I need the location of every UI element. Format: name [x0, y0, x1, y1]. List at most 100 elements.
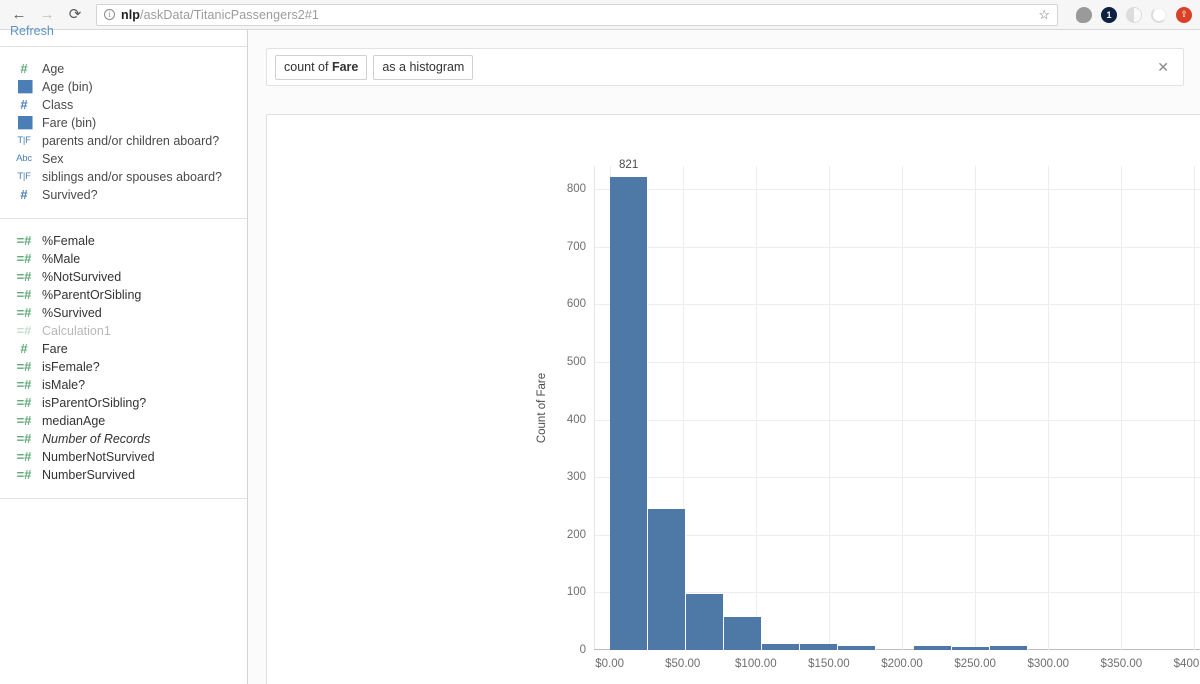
- address-bar[interactable]: i nlp/askData/TitanicPassengers2#1 ☆: [96, 3, 1058, 26]
- field-item-class[interactable]: # Class: [0, 96, 247, 114]
- gridline-horizontal: [595, 419, 1200, 421]
- x-axis-tick-label: $250.00: [954, 658, 996, 670]
- query-pill-as-a-histogram[interactable]: as a histogram: [373, 54, 474, 80]
- field-item-isfemale[interactable]: =# isFemale?: [0, 358, 247, 376]
- x-axis-tick-label: $350.00: [1100, 658, 1143, 670]
- histogram-bar[interactable]: [647, 508, 686, 650]
- field-item-male[interactable]: =# %Male: [0, 250, 247, 268]
- gridline-vertical: [1194, 166, 1196, 650]
- field-label: isFemale?: [42, 360, 100, 374]
- field-label: %NotSurvived: [42, 270, 122, 284]
- calculated-measure-icon: =#: [16, 269, 32, 284]
- y-axis-tick-label: 600: [566, 298, 586, 311]
- calculated-measure-icon: =#: [16, 233, 32, 248]
- ask-data-query-bar[interactable]: count of Fare as a histogram ✕: [266, 48, 1184, 86]
- page-body: Refresh # Age ▐█▌ Age (bin) # Class ▐█▌ Fare (b…: [0, 24, 1200, 684]
- field-label: Age: [42, 62, 65, 76]
- histogram-bar[interactable]: [685, 594, 724, 650]
- refresh-link[interactable]: Refresh: [0, 24, 247, 46]
- histogram-chart: 0 100 200 300 400 500 600 700 800 $0.00 $50.00 $100…: [267, 115, 1200, 684]
- hash-blue-icon: #: [20, 187, 28, 202]
- field-item-notsurvived[interactable]: =# %NotSurvived: [0, 268, 247, 286]
- calculated-measure-icon: =#: [16, 359, 32, 374]
- hash-blue-icon: #: [20, 97, 28, 112]
- url-text: nlp/askData/TitanicPassengers2#1: [121, 8, 319, 22]
- histogram-bar[interactable]: [609, 176, 648, 650]
- calculated-measure-icon: =#: [16, 251, 32, 266]
- calculated-measure-icon: =#: [16, 305, 32, 320]
- histogram-bar[interactable]: [761, 644, 800, 650]
- histogram-bar[interactable]: [723, 617, 762, 650]
- bins-icon: ▐█▌: [14, 81, 36, 93]
- field-item-survived[interactable]: # Survived?: [0, 186, 247, 204]
- x-axis-tick-label: $100.00: [735, 658, 777, 670]
- plot-area: 0 100 200 300 400 500 600 700 800 $0.00 $50.00 $100…: [567, 159, 1200, 670]
- gridline-vertical: [1121, 166, 1123, 650]
- field-item-calculation1[interactable]: =# Calculation1: [0, 322, 247, 340]
- calculated-measure-icon: =#: [16, 413, 32, 428]
- gridline-vertical: [755, 166, 757, 650]
- field-item-survived[interactable]: =# %Survived: [0, 304, 247, 322]
- field-item-numbersurvived[interactable]: =# NumberSurvived: [0, 466, 247, 484]
- bar-value-label: 821: [619, 158, 639, 171]
- reload-icon[interactable]: ⟳: [64, 4, 86, 26]
- field-label: Survived?: [42, 188, 98, 202]
- field-label: Fare: [42, 342, 68, 356]
- star-icon[interactable]: ☆: [1030, 7, 1050, 23]
- field-label: isMale?: [42, 378, 86, 392]
- histogram-bar[interactable]: [913, 645, 952, 650]
- back-arrow-icon[interactable]: ←: [8, 4, 30, 26]
- query-pill-count-of-fare[interactable]: count of Fare: [275, 54, 368, 80]
- pale-extension-icon[interactable]: [1126, 6, 1142, 23]
- histogram-bar[interactable]: [799, 644, 838, 650]
- field-item-numbernotsurvived[interactable]: =# NumberNotSurvived: [0, 448, 247, 466]
- url-path: /askData/TitanicPassengers2#1: [140, 7, 319, 22]
- boolean-icon: T|F: [17, 171, 31, 182]
- field-item-isparentorsibling[interactable]: =# isParentOrSibling?: [0, 394, 247, 412]
- field-item-ismale[interactable]: =# isMale?: [0, 376, 247, 394]
- field-item-siblings-and-or-spouses-aboard[interactable]: T|F siblings and/or spouses aboard?: [0, 168, 247, 186]
- field-label: Sex: [42, 152, 64, 166]
- histogram-bar[interactable]: [989, 645, 1028, 650]
- field-item-medianage[interactable]: =# medianAge: [0, 412, 247, 430]
- field-item-fare-bin[interactable]: ▐█▌ Fare (bin): [0, 114, 247, 132]
- site-info-icon[interactable]: i: [104, 9, 115, 20]
- upload-extension-icon[interactable]: ⇧: [1176, 6, 1192, 23]
- clear-query-icon[interactable]: ✕: [1151, 58, 1175, 76]
- field-item-number-of-records[interactable]: =# Number of Records: [0, 430, 247, 448]
- field-item-fare[interactable]: # Fare: [0, 340, 247, 358]
- boolean-icon: T|F: [17, 135, 31, 146]
- field-item-age[interactable]: # Age: [0, 60, 247, 78]
- histogram-bar[interactable]: [837, 645, 876, 650]
- x-axis-tick-label: $200.00: [881, 658, 923, 670]
- field-item-sex[interactable]: Abc Sex: [0, 150, 247, 168]
- field-item-parentorsibling[interactable]: =# %ParentOrSibling: [0, 286, 247, 304]
- y-axis-tick-label: 500: [566, 355, 586, 368]
- y-axis-tick-label: 700: [566, 240, 586, 253]
- extension-icons: 1 ⇧: [1068, 6, 1192, 23]
- calculated-measure-icon: =#: [16, 323, 32, 338]
- ring-extension-icon[interactable]: [1151, 6, 1167, 23]
- notification-extension-icon[interactable]: 1: [1101, 6, 1117, 23]
- x-axis-tick-label: $50.00: [665, 658, 701, 670]
- visualization-card: ▐█▌ Histogram ▼ 010020030040050060070080…: [266, 114, 1200, 684]
- bins-icon: ▐█▌: [14, 117, 36, 129]
- gridline-vertical: [828, 166, 830, 650]
- pin-extension-icon[interactable]: [1076, 6, 1092, 23]
- sidebar-divider-bottom: [0, 498, 247, 499]
- gridline-vertical: [1048, 166, 1050, 650]
- field-item-female[interactable]: =# %Female: [0, 232, 247, 250]
- gridline-horizontal: [595, 189, 1200, 191]
- gridline-horizontal: [595, 534, 1200, 536]
- field-item-parents-and-or-children-aboard[interactable]: T|F parents and/or children aboard?: [0, 132, 247, 150]
- histogram-bar[interactable]: [951, 647, 990, 650]
- calculated-measure-icon: =#: [16, 449, 32, 464]
- y-axis-tick-label: 100: [566, 586, 586, 599]
- calculated-measure-icon: =#: [16, 287, 32, 302]
- pill-field: Fare: [331, 59, 359, 74]
- field-label: parents and/or children aboard?: [42, 134, 220, 148]
- field-item-age-bin[interactable]: ▐█▌ Age (bin): [0, 78, 247, 96]
- calculated-measure-icon: =#: [16, 467, 32, 482]
- dimensions-list: # Age ▐█▌ Age (bin) # Class ▐█▌ Fare (bin) T|F pa…: [0, 47, 247, 218]
- calculated-measure-icon: =#: [16, 431, 32, 446]
